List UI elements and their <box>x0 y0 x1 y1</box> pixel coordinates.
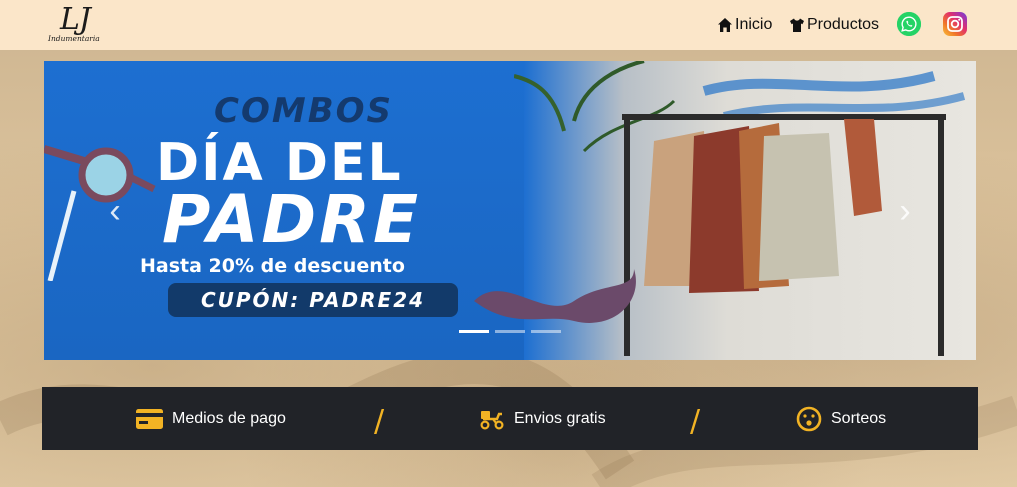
instagram-icon <box>947 16 963 32</box>
delivery-scooter-icon <box>480 411 504 430</box>
instagram-link[interactable] <box>943 12 967 36</box>
carousel-indicator[interactable] <box>495 330 525 333</box>
nav-link-inicio[interactable]: Inicio <box>717 14 772 36</box>
carousel-indicator[interactable] <box>459 330 489 333</box>
mustache-illustration <box>474 269 636 323</box>
feature-label: Medios de pago <box>172 410 286 427</box>
separator: / <box>374 404 385 439</box>
logo-subtitle: Indumentaria <box>48 34 100 43</box>
nav-link-productos[interactable]: Productos <box>789 14 879 36</box>
feature-payment-methods: Medios de pago <box>136 406 286 432</box>
feature-free-shipping: Envios gratis <box>479 406 606 432</box>
credit-card-icon <box>136 409 163 429</box>
whatsapp-link[interactable] <box>897 12 921 36</box>
carousel-next-button[interactable]: › <box>890 191 920 231</box>
chevron-right-icon: › <box>899 191 911 230</box>
whatsapp-icon <box>897 12 921 36</box>
nav-link-label: Inicio <box>735 16 773 33</box>
feature-label: Sorteos <box>831 410 887 427</box>
chevron-left-icon: ‹ <box>109 191 121 230</box>
feature-giveaways: Sorteos <box>796 406 886 432</box>
surprised-face-icon <box>796 406 822 432</box>
features-bar: Medios de pago / Envios gratis / Sorteos <box>42 387 978 450</box>
coupon-code-badge: CUPÓN: PADRE24 <box>168 283 458 317</box>
top-navbar: LJ Indumentaria Inicio Productos <box>0 0 1017 50</box>
separator: / <box>690 404 701 439</box>
brand-logo[interactable]: LJ Indumentaria <box>46 2 118 48</box>
carousel-indicator[interactable] <box>531 330 561 333</box>
home-icon <box>718 18 732 32</box>
carousel-prev-button[interactable]: ‹ <box>100 191 130 231</box>
banner-subtitle: Hasta 20% de descuento <box>140 255 405 277</box>
nav-link-label: Productos <box>807 16 880 33</box>
banner-kicker: COMBOS <box>214 91 393 131</box>
logo-mark: LJ <box>60 2 91 37</box>
promo-carousel: COMBOS DÍA DEL PADRE Hasta 20% de descue… <box>44 61 976 360</box>
carousel-indicators <box>459 330 561 333</box>
feature-label: Envios gratis <box>514 410 606 427</box>
banner-title-line2: PADRE <box>162 181 422 258</box>
tshirt-icon <box>790 18 804 32</box>
